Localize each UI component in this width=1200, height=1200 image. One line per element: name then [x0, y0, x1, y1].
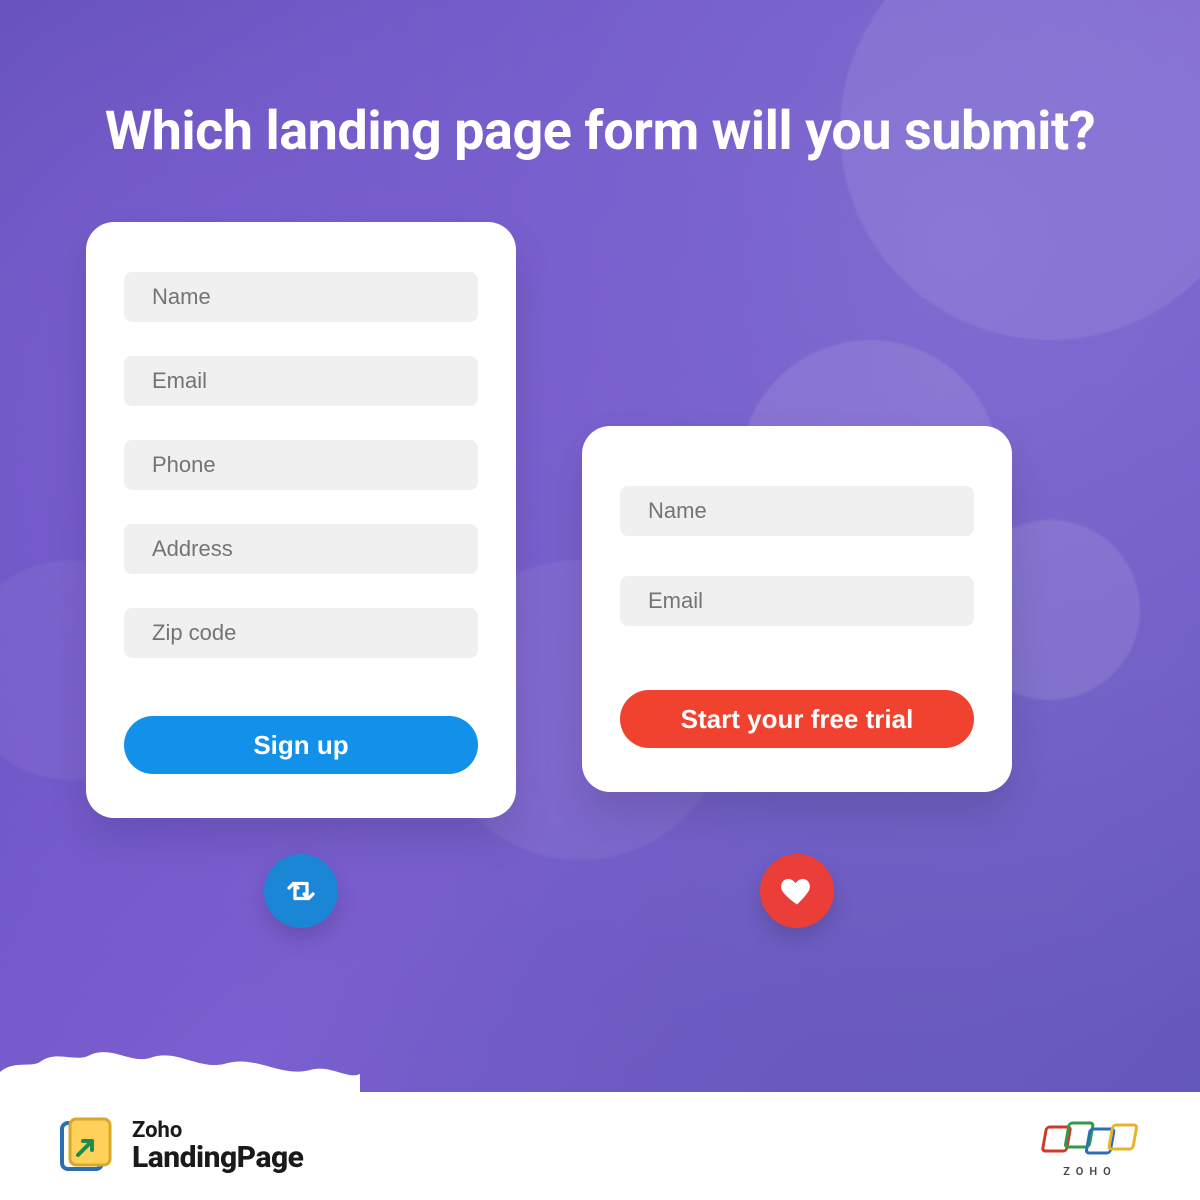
bokeh-circle	[840, 0, 1200, 340]
phone-field[interactable]	[124, 440, 478, 490]
email-field[interactable]	[620, 576, 974, 626]
product-name-top: Zoho	[132, 1119, 303, 1142]
signup-button[interactable]: Sign up	[124, 716, 478, 774]
form-card-long: Sign up	[86, 222, 516, 818]
zoho-logo-icon	[1040, 1115, 1140, 1163]
email-field[interactable]	[124, 356, 478, 406]
product-logo-text: Zoho LandingPage	[132, 1119, 303, 1174]
zoho-brand: ZOHO	[1040, 1115, 1140, 1178]
retweet-icon[interactable]	[264, 854, 338, 928]
zoho-wordmark: ZOHO	[1063, 1165, 1116, 1178]
name-field[interactable]	[620, 486, 974, 536]
address-field[interactable]	[124, 524, 478, 574]
landingpage-mark-icon	[56, 1117, 114, 1175]
start-trial-button[interactable]: Start your free trial	[620, 690, 974, 748]
footer-bar: Zoho LandingPage ZOHO	[0, 1092, 1200, 1200]
name-field[interactable]	[124, 272, 478, 322]
product-name-bottom: LandingPage	[132, 1142, 303, 1174]
form-card-short: Start your free trial	[582, 426, 1012, 792]
product-logo: Zoho LandingPage	[56, 1117, 303, 1175]
page-title: Which landing page form will you submit?	[0, 100, 1200, 163]
zip-field[interactable]	[124, 608, 478, 658]
heart-icon[interactable]	[760, 854, 834, 928]
